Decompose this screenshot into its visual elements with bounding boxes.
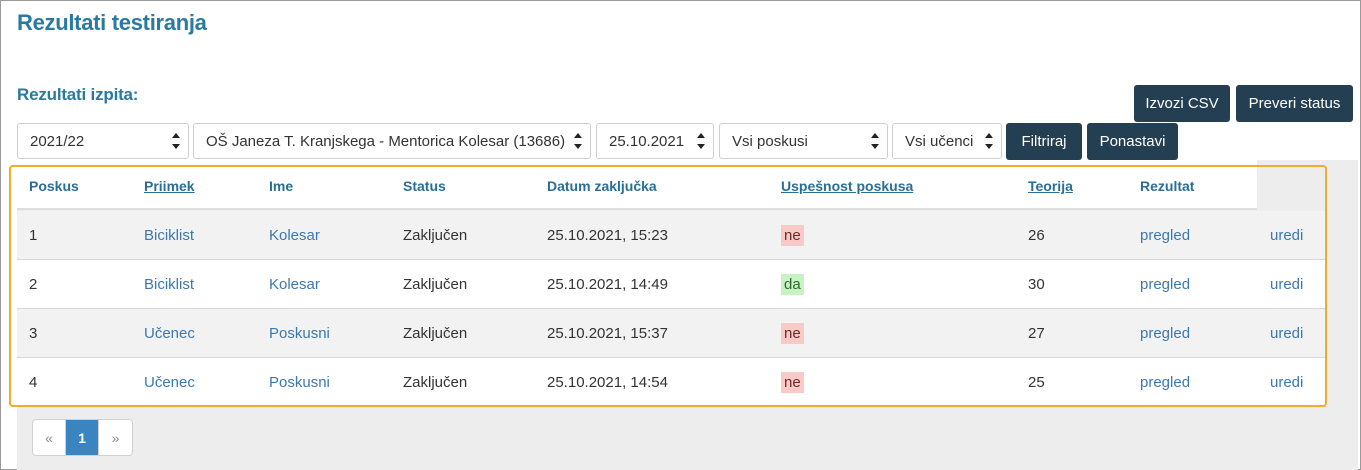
cell-theory: 25 (1028, 374, 1045, 391)
result-view-link[interactable]: pregled (1140, 276, 1190, 293)
cell-theory: 27 (1028, 325, 1045, 342)
header-success-sort[interactable]: Uspešnost poskusa (781, 178, 913, 194)
select-arrows-icon (871, 133, 879, 149)
reset-button[interactable]: Ponastavi (1087, 123, 1178, 160)
header-result: Rezultat (1140, 178, 1195, 194)
table-header: Poskus Priimek Ime Status Datum zaključk… (17, 160, 1257, 210)
cell-status: Zaključen (403, 374, 468, 391)
cell-status: Zaključen (403, 325, 468, 342)
cell-theory: 30 (1028, 276, 1045, 293)
edit-link[interactable]: uredi (1270, 325, 1303, 342)
cell-completed: 25.10.2021, 15:37 (547, 325, 668, 342)
cell-completed: 25.10.2021, 15:23 (547, 227, 668, 244)
cell-attempt: 2 (29, 276, 38, 293)
result-view-link[interactable]: pregled (1140, 325, 1190, 342)
select-arrows-icon (574, 133, 582, 149)
section-title: Rezultati izpita: (17, 85, 139, 104)
cell-attempt: 4 (29, 374, 38, 391)
cell-completed: 25.10.2021, 14:54 (547, 374, 668, 391)
attempts-select-value: Vsi poskusi (732, 132, 808, 150)
cell-name-link[interactable]: Poskusni (269, 374, 330, 391)
header-name: Ime (269, 178, 294, 194)
cell-surname-link[interactable]: Biciklist (144, 227, 194, 244)
cell-success-badge: ne (781, 372, 804, 393)
year-select[interactable]: 2021/22 (17, 123, 189, 159)
pagination-page-current[interactable]: 1 (66, 420, 99, 455)
page-title: Rezultati testiranja (17, 10, 207, 35)
cell-surname-link[interactable]: Biciklist (144, 276, 194, 293)
header-attempt: Poskus (29, 178, 79, 194)
cell-attempt: 1 (29, 227, 38, 244)
cell-success-badge: da (781, 274, 804, 295)
pagination: « 1 » (32, 419, 133, 456)
table-row: 4 Učenec Poskusni Zaključen 25.10.2021, 14:5… (17, 358, 1327, 407)
date-select[interactable]: 25.10.2021 (596, 123, 714, 159)
students-select[interactable]: Vsi učenci (892, 123, 1002, 159)
cell-surname-link[interactable]: Učenec (144, 374, 195, 391)
table-row: 1 Biciklist Kolesar Zaključen 25.10.2021, 15… (17, 211, 1327, 260)
cell-name-link[interactable]: Kolesar (269, 227, 320, 244)
cell-success-badge: ne (781, 323, 804, 344)
cell-name-link[interactable]: Poskusni (269, 325, 330, 342)
school-select-value: OŠ Janeza T. Kranjskega - Mentorica Kole… (206, 132, 566, 150)
cell-status: Zaključen (403, 276, 468, 293)
cell-success-badge: ne (781, 225, 804, 246)
header-surname-sort[interactable]: Priimek (144, 178, 195, 194)
select-arrows-icon (697, 133, 705, 149)
pagination-prev[interactable]: « (33, 420, 66, 455)
result-view-link[interactable]: pregled (1140, 374, 1190, 391)
header-theory-sort[interactable]: Teorija (1028, 178, 1073, 194)
pagination-next[interactable]: » (99, 420, 132, 455)
table-row: 2 Biciklist Kolesar Zaključen 25.10.2021, 14… (17, 260, 1327, 309)
date-select-value: 25.10.2021 (609, 132, 685, 150)
cell-status: Zaključen (403, 227, 468, 244)
export-csv-button[interactable]: Izvozi CSV (1134, 85, 1230, 122)
attempts-select[interactable]: Vsi poskusi (719, 123, 888, 159)
cell-completed: 25.10.2021, 14:49 (547, 276, 668, 293)
select-arrows-icon (172, 133, 180, 149)
cell-name-link[interactable]: Kolesar (269, 276, 320, 293)
edit-link[interactable]: uredi (1270, 374, 1303, 391)
result-view-link[interactable]: pregled (1140, 227, 1190, 244)
edit-link[interactable]: uredi (1270, 227, 1303, 244)
students-select-value: Vsi učenci (905, 132, 974, 150)
cell-theory: 26 (1028, 227, 1045, 244)
year-select-value: 2021/22 (30, 132, 85, 150)
cell-surname-link[interactable]: Učenec (144, 325, 195, 342)
cell-attempt: 3 (29, 325, 38, 342)
header-status: Status (403, 178, 446, 194)
select-arrows-icon (985, 133, 993, 149)
check-status-button[interactable]: Preveri status (1236, 85, 1353, 122)
table-row: 3 Učenec Poskusni Zaključen 25.10.2021, 15:3… (17, 309, 1327, 358)
filter-button[interactable]: Filtriraj (1006, 123, 1082, 160)
edit-link[interactable]: uredi (1270, 276, 1303, 293)
school-select[interactable]: OŠ Janeza T. Kranjskega - Mentorica Kole… (193, 123, 591, 159)
header-completed: Datum zaključka (547, 178, 657, 194)
